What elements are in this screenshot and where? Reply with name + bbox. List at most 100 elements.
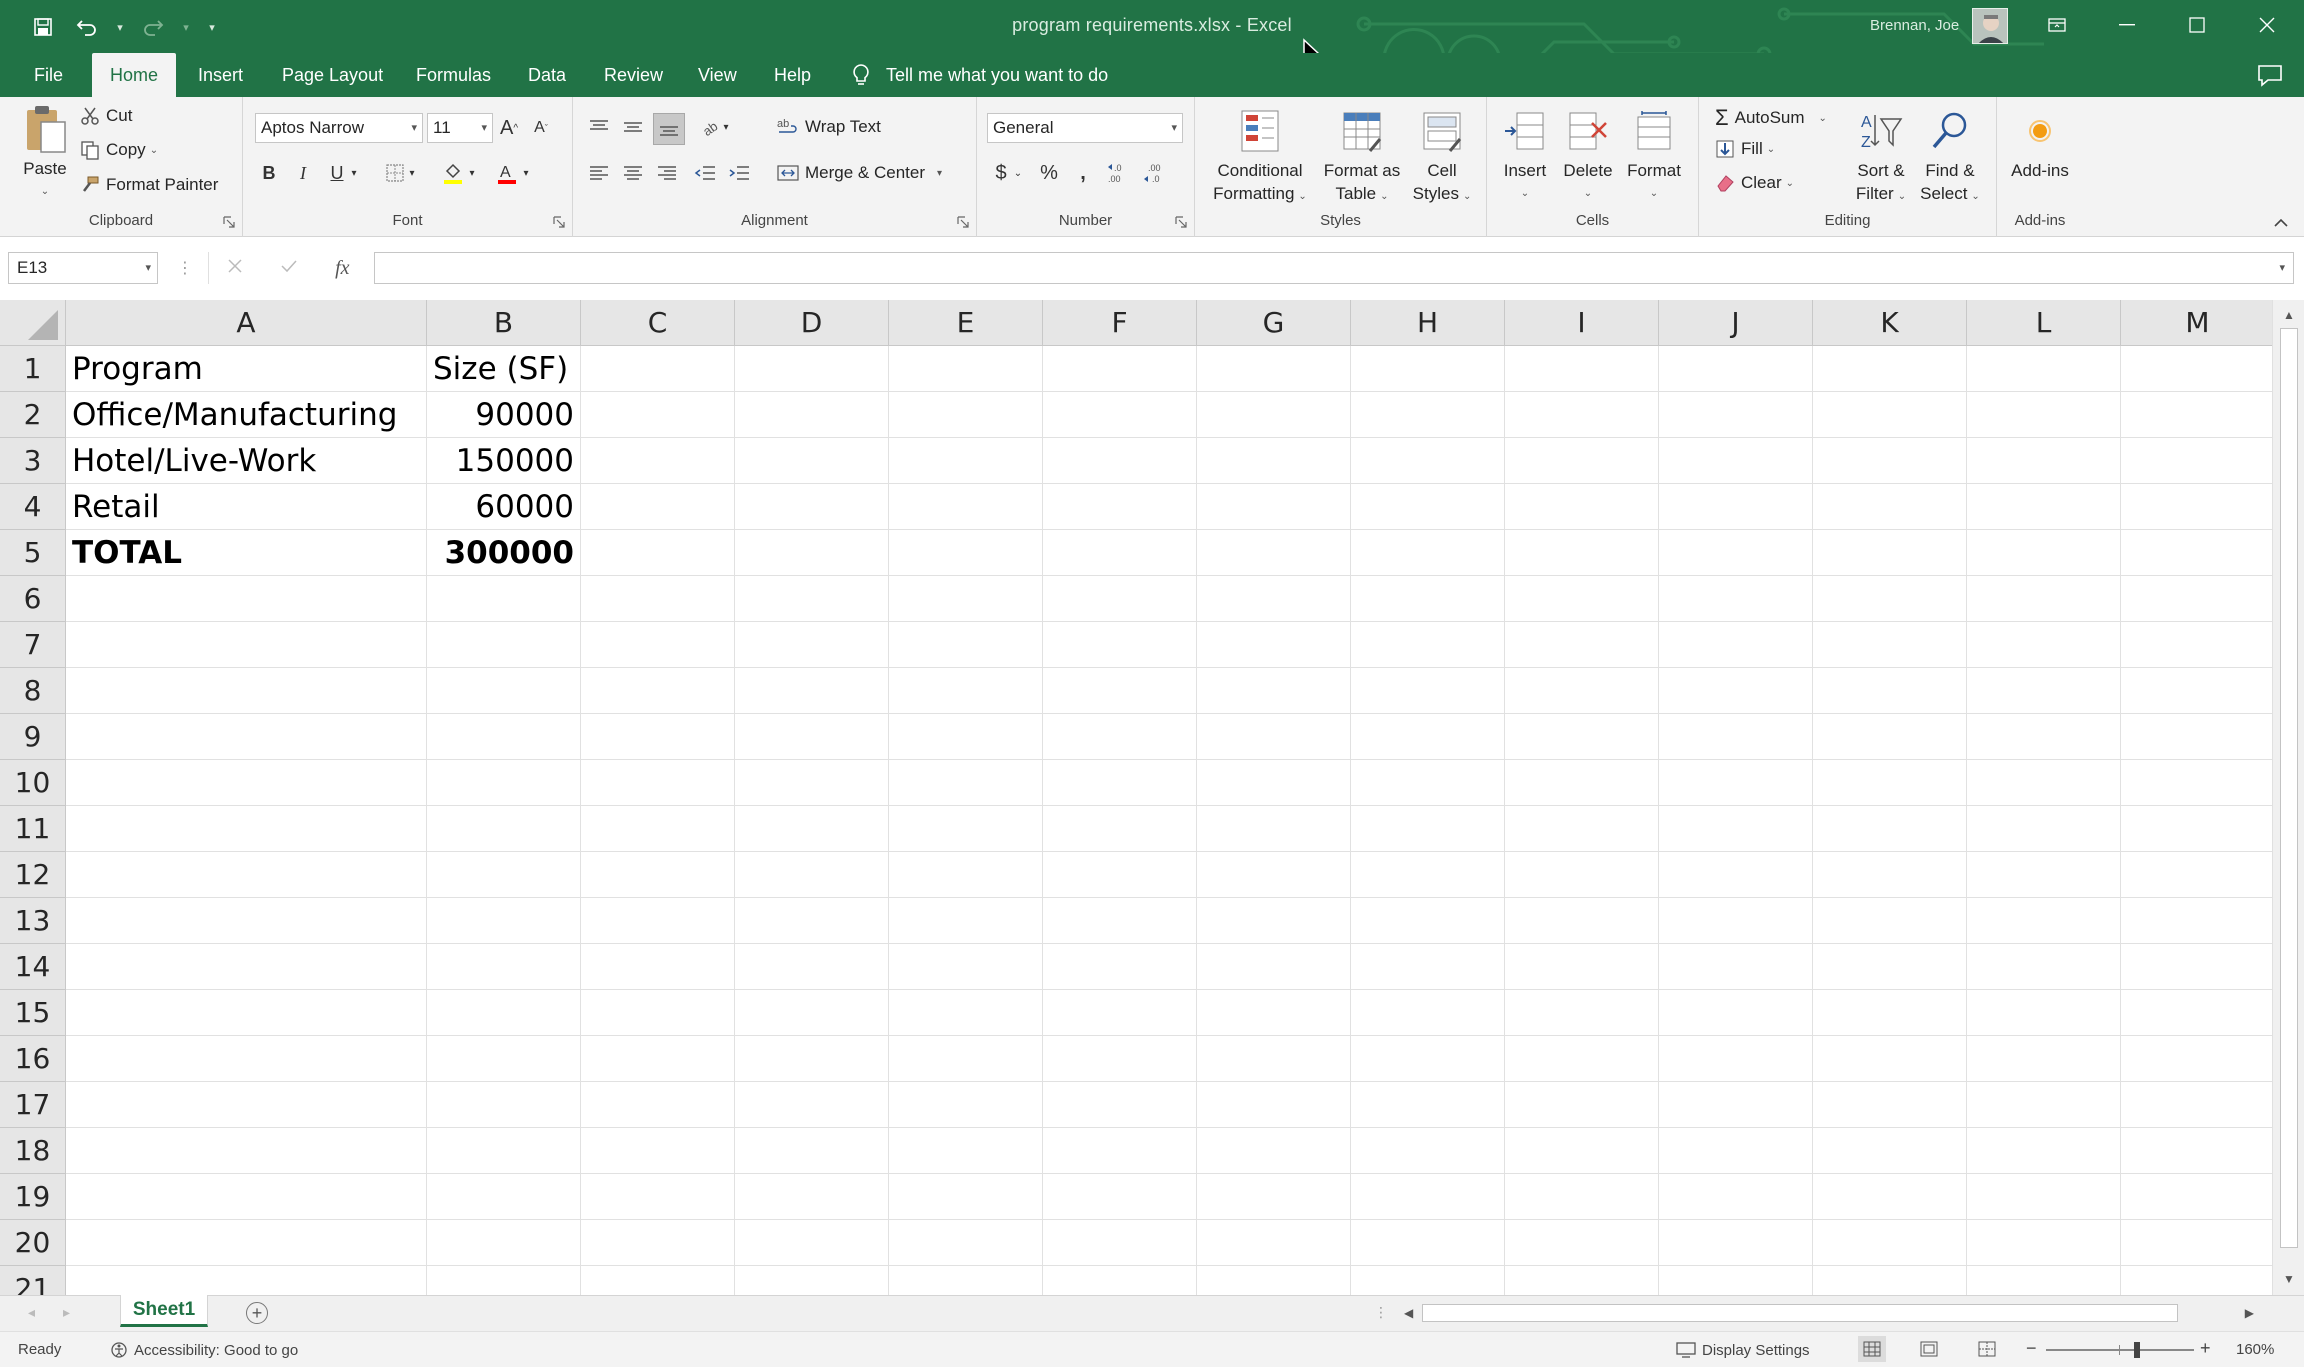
- font-name-select[interactable]: Aptos Narrow ▾: [255, 113, 423, 143]
- fill-color-icon[interactable]: [439, 159, 467, 187]
- cell-k3[interactable]: [1813, 438, 1967, 484]
- italic-icon[interactable]: I: [289, 159, 317, 187]
- cell-a3[interactable]: Hotel/Live-Work: [66, 438, 427, 484]
- row-header[interactable]: 17: [0, 1082, 66, 1128]
- cell-d9[interactable]: [735, 714, 889, 760]
- align-bottom-icon[interactable]: [653, 113, 685, 145]
- autosum-button[interactable]: Σ AutoSum ⌄: [1715, 105, 1827, 131]
- cell-f10[interactable]: [1043, 760, 1197, 806]
- close-icon[interactable]: [2232, 0, 2302, 50]
- cell-a15[interactable]: [66, 990, 427, 1036]
- font-size-select[interactable]: 11 ▾: [427, 113, 493, 143]
- cell-h14[interactable]: [1351, 944, 1505, 990]
- cell-h15[interactable]: [1351, 990, 1505, 1036]
- cell-h16[interactable]: [1351, 1036, 1505, 1082]
- row-header[interactable]: 6: [0, 576, 66, 622]
- row-header[interactable]: 8: [0, 668, 66, 714]
- cell-i6[interactable]: [1505, 576, 1659, 622]
- cell-m5[interactable]: [2121, 530, 2272, 576]
- cell-a13[interactable]: [66, 898, 427, 944]
- bold-icon[interactable]: B: [255, 159, 283, 187]
- cell-h8[interactable]: [1351, 668, 1505, 714]
- cell-c14[interactable]: [581, 944, 735, 990]
- scroll-right-icon[interactable]: ▶: [2245, 1306, 2254, 1320]
- cell-g3[interactable]: [1197, 438, 1351, 484]
- cell-b7[interactable]: [427, 622, 581, 668]
- customize-toolbar-icon[interactable]: ▾: [202, 12, 222, 42]
- cell-a6[interactable]: [66, 576, 427, 622]
- cell-m14[interactable]: [2121, 944, 2272, 990]
- column-header[interactable]: J: [1659, 300, 1813, 346]
- normal-view-icon[interactable]: [1858, 1336, 1886, 1362]
- cell-a9[interactable]: [66, 714, 427, 760]
- cell-k9[interactable]: [1813, 714, 1967, 760]
- cell-d3[interactable]: [735, 438, 889, 484]
- cell-k17[interactable]: [1813, 1082, 1967, 1128]
- clear-dropdown-icon[interactable]: ⌄: [1786, 178, 1794, 189]
- cell-c20[interactable]: [581, 1220, 735, 1266]
- cell-g15[interactable]: [1197, 990, 1351, 1036]
- row-header[interactable]: 15: [0, 990, 66, 1036]
- redo-icon[interactable]: [136, 12, 170, 42]
- cell-l4[interactable]: [1967, 484, 2121, 530]
- row-header[interactable]: 11: [0, 806, 66, 852]
- horizontal-scrollbar[interactable]: ◀ ▶: [1398, 1301, 2260, 1325]
- cell-e5[interactable]: [889, 530, 1043, 576]
- cell-c9[interactable]: [581, 714, 735, 760]
- cell-a5[interactable]: TOTAL: [66, 530, 427, 576]
- cell-g20[interactable]: [1197, 1220, 1351, 1266]
- cell-j5[interactable]: [1659, 530, 1813, 576]
- cell-d13[interactable]: [735, 898, 889, 944]
- cell-k1[interactable]: [1813, 346, 1967, 392]
- alignment-dialog-launcher-icon[interactable]: [957, 216, 970, 229]
- cell-f3[interactable]: [1043, 438, 1197, 484]
- cell-m19[interactable]: [2121, 1174, 2272, 1220]
- row-header[interactable]: 7: [0, 622, 66, 668]
- cell-j9[interactable]: [1659, 714, 1813, 760]
- cell-e14[interactable]: [889, 944, 1043, 990]
- cell-a2[interactable]: Office/Manufacturing: [66, 392, 427, 438]
- cell-m13[interactable]: [2121, 898, 2272, 944]
- cell-k2[interactable]: [1813, 392, 1967, 438]
- cell-i19[interactable]: [1505, 1174, 1659, 1220]
- cell-m18[interactable]: [2121, 1128, 2272, 1174]
- addins-button[interactable]: Add-ins: [2003, 105, 2077, 182]
- sheet-navigation-arrows[interactable]: ◂▸: [28, 1304, 98, 1321]
- cell-g11[interactable]: [1197, 806, 1351, 852]
- cell-h6[interactable]: [1351, 576, 1505, 622]
- display-settings-button[interactable]: Display Settings: [1676, 1341, 1810, 1359]
- cell-l12[interactable]: [1967, 852, 2121, 898]
- cell-e16[interactable]: [889, 1036, 1043, 1082]
- cell-b12[interactable]: [427, 852, 581, 898]
- cell-i7[interactable]: [1505, 622, 1659, 668]
- cell-j17[interactable]: [1659, 1082, 1813, 1128]
- clear-button[interactable]: Clear ⌄: [1715, 173, 1794, 193]
- number-format-select[interactable]: General ▾: [987, 113, 1183, 143]
- enter-check-icon[interactable]: [280, 258, 298, 279]
- cell-i10[interactable]: [1505, 760, 1659, 806]
- borders-dropdown-icon[interactable]: ▾: [405, 159, 419, 187]
- cell-m15[interactable]: [2121, 990, 2272, 1036]
- cell-styles-button[interactable]: Cell Styles ⌄: [1407, 105, 1477, 208]
- cell-b17[interactable]: [427, 1082, 581, 1128]
- cell-m17[interactable]: [2121, 1082, 2272, 1128]
- cell-i15[interactable]: [1505, 990, 1659, 1036]
- row-header[interactable]: 4: [0, 484, 66, 530]
- increase-decimal-icon[interactable]: .0.00: [1105, 159, 1137, 187]
- cell-b2[interactable]: 90000: [427, 392, 581, 438]
- cell-i16[interactable]: [1505, 1036, 1659, 1082]
- decrease-decimal-icon[interactable]: .00.0: [1141, 159, 1173, 187]
- insert-function-icon[interactable]: fx: [335, 257, 349, 280]
- cell-b6[interactable]: [427, 576, 581, 622]
- cell-e15[interactable]: [889, 990, 1043, 1036]
- cell-m1[interactable]: [2121, 346, 2272, 392]
- cell-k13[interactable]: [1813, 898, 1967, 944]
- cell-i9[interactable]: [1505, 714, 1659, 760]
- cell-g16[interactable]: [1197, 1036, 1351, 1082]
- cell-b1[interactable]: Size (SF): [427, 346, 581, 392]
- cell-d1[interactable]: [735, 346, 889, 392]
- delete-cells-button[interactable]: Delete ⌄: [1557, 105, 1619, 205]
- copy-dropdown-icon[interactable]: ⌄: [150, 145, 158, 156]
- cell-h11[interactable]: [1351, 806, 1505, 852]
- cell-e13[interactable]: [889, 898, 1043, 944]
